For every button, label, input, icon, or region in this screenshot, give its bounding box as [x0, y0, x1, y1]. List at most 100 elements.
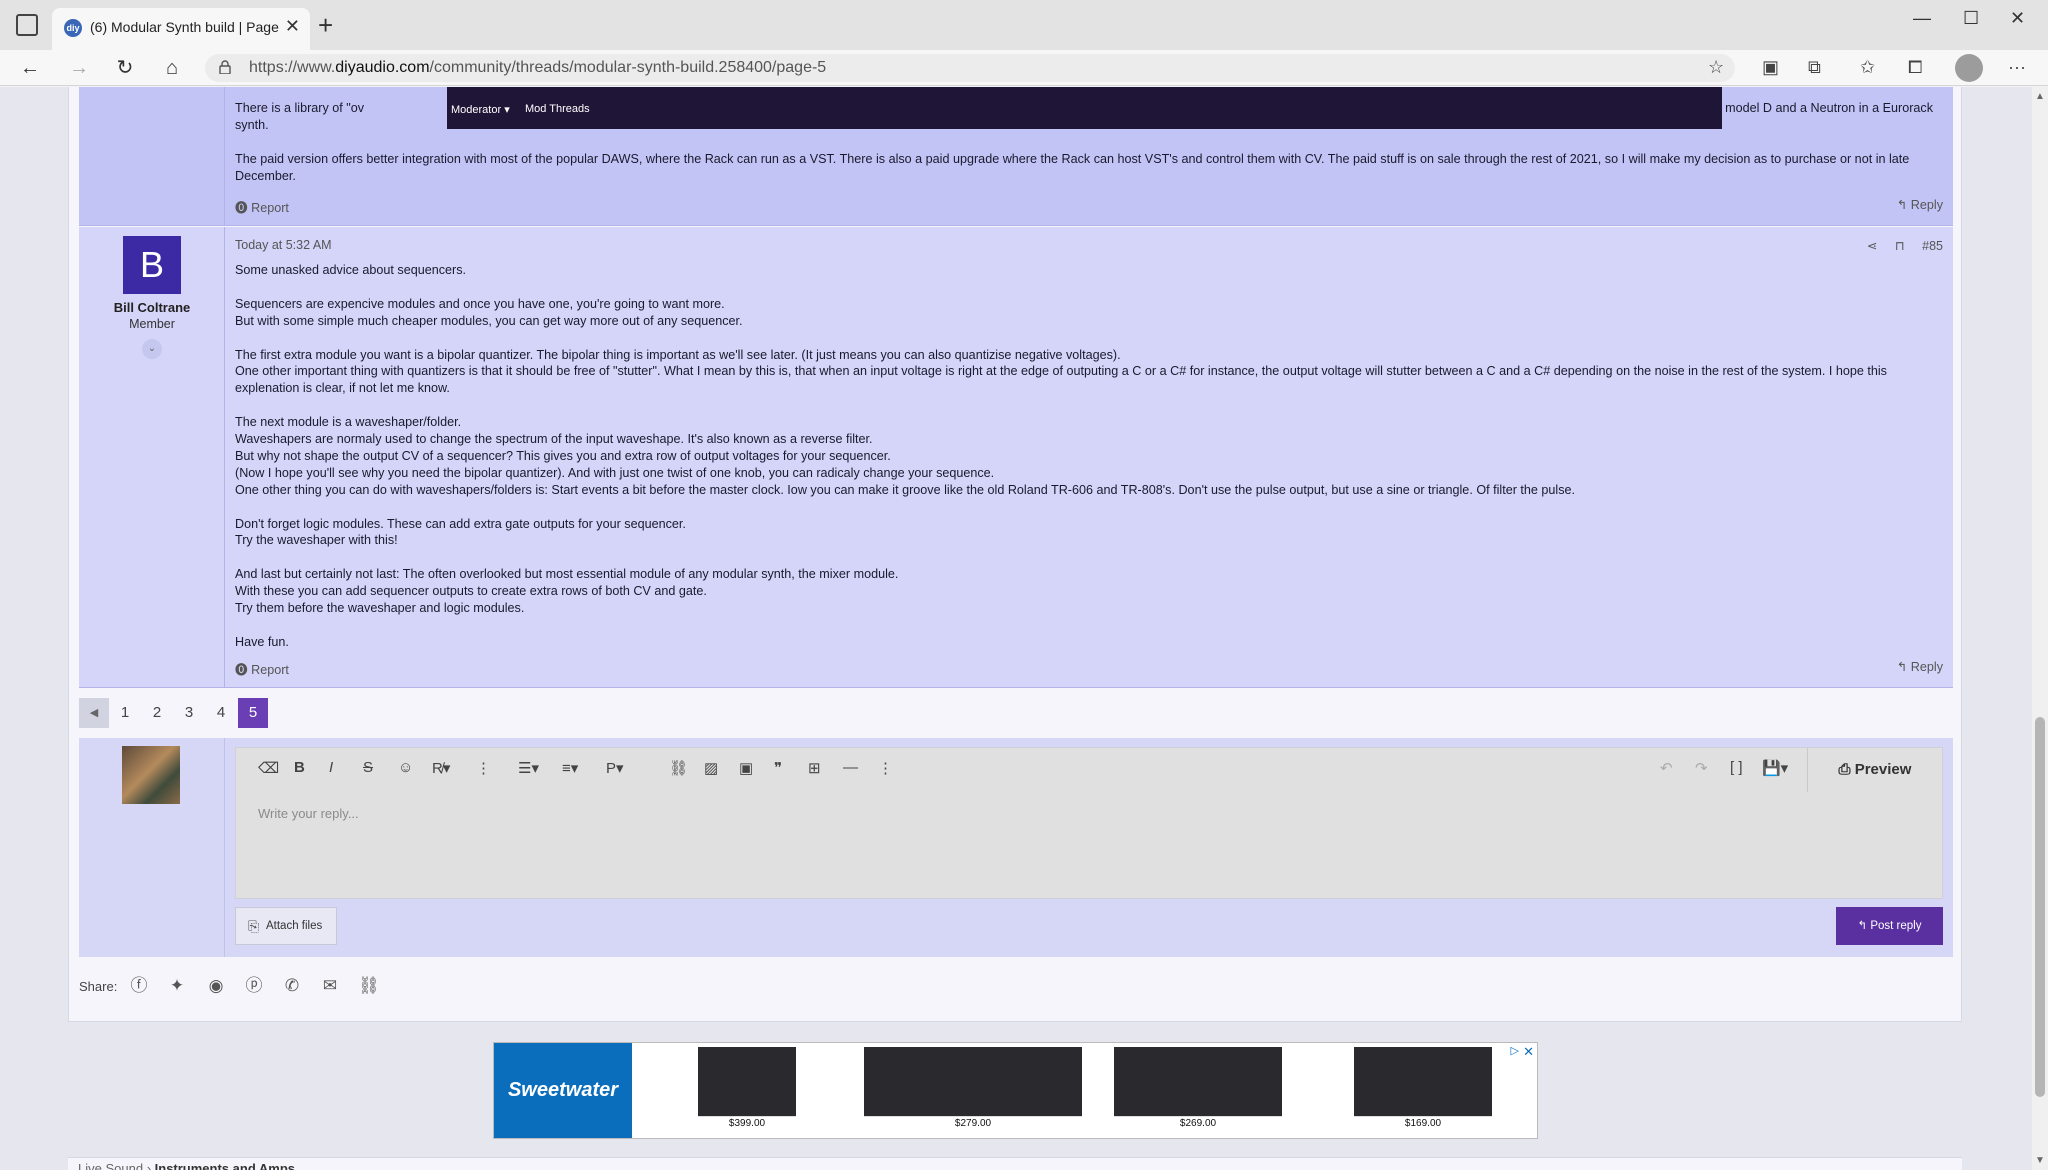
post-text-line: Waveshapers are normaly used to change t…: [235, 432, 873, 447]
ad-product[interactable]: $169.00: [1354, 1047, 1492, 1131]
scroll-down-icon[interactable]: ▼: [2035, 1155, 2045, 1166]
page-link[interactable]: 2: [142, 698, 172, 728]
page-link-current[interactable]: 5: [238, 698, 268, 728]
text-style-icon[interactable]: R̸▾: [432, 759, 450, 777]
post-text-paragraph: Don't forget logic modules. These can ad…: [235, 516, 1943, 550]
tab-close-icon[interactable]: ✕: [285, 16, 300, 37]
image-icon[interactable]: ▨: [704, 759, 718, 777]
url-text[interactable]: https://www.diyaudio.com/community/threa…: [249, 59, 826, 77]
reply-link[interactable]: ↰ Reply: [1897, 197, 1943, 212]
preview-icon: ⎙: [1838, 761, 1855, 778]
tab-actions-icon[interactable]: [16, 14, 38, 36]
scroll-thumb[interactable]: [2035, 717, 2045, 1097]
bookmark-icon[interactable]: ⊓: [1895, 239, 1905, 253]
reddit-icon[interactable]: ◉: [206, 976, 226, 996]
profile-avatar[interactable]: [1955, 54, 1983, 82]
more-options-icon[interactable]: ⋮: [878, 759, 893, 777]
prev-page-icon[interactable]: ◀: [79, 698, 109, 728]
email-icon[interactable]: ✉: [320, 976, 340, 996]
post-text-line: But why not shape the output CV of a seq…: [235, 448, 891, 463]
ad-price: $399.00: [698, 1116, 796, 1131]
list-icon[interactable]: ☰▾: [518, 759, 539, 777]
reply-user-column: [79, 738, 225, 957]
breadcrumb-item[interactable]: Live Sound: [78, 1161, 143, 1170]
report-link[interactable]: ⓿ Report: [235, 659, 289, 678]
quote-icon[interactable]: ❞: [774, 759, 782, 777]
report-link[interactable]: ⓿ Report: [235, 197, 289, 216]
new-tab-icon[interactable]: +: [318, 10, 333, 40]
horizontal-line-icon[interactable]: —: [843, 759, 858, 776]
breadcrumb-item[interactable]: Instruments and Amps: [155, 1161, 295, 1170]
home-icon[interactable]: ⌂: [158, 54, 186, 82]
lock-icon[interactable]: [219, 60, 231, 74]
mod-threads-link[interactable]: Mod Threads: [525, 103, 590, 115]
page-link[interactable]: 1: [110, 698, 140, 728]
paragraph-icon[interactable]: P▾: [606, 759, 624, 777]
post-number[interactable]: #85: [1922, 239, 1943, 253]
ad-close-icon[interactable]: ✕: [1523, 1044, 1534, 1060]
chevron-down-icon[interactable]: ⌄: [142, 339, 162, 359]
ad-product[interactable]: $269.00: [1114, 1047, 1282, 1131]
post-text-line: The first extra module you want is a bip…: [235, 347, 1121, 362]
scroll-up-icon[interactable]: ▲: [2035, 91, 2045, 102]
post-message: Some unasked advice about sequencers. Seq…: [235, 262, 1943, 668]
undo-icon[interactable]: ↶: [1660, 759, 1673, 777]
reply-link[interactable]: ↰ Reply: [1897, 659, 1943, 674]
share-icon[interactable]: ⋖: [1867, 239, 1877, 253]
facebook-icon[interactable]: ⓕ: [129, 976, 149, 996]
moderator-menu[interactable]: Moderator ▾: [451, 103, 510, 116]
browser-tab[interactable]: diy (6) Modular Synth build | Page 5 ✕: [52, 8, 310, 50]
italic-icon[interactable]: I: [329, 759, 333, 776]
page-link[interactable]: 4: [206, 698, 236, 728]
ad-choices-icon[interactable]: ▷: [1511, 1044, 1519, 1057]
refresh-icon[interactable]: ↻: [111, 54, 139, 82]
post-text-line: One other thing you can do with waveshap…: [235, 482, 1576, 497]
twitter-icon[interactable]: ✦: [167, 976, 187, 996]
back-icon[interactable]: ←: [16, 54, 44, 82]
whatsapp-icon[interactable]: ✆: [282, 976, 302, 996]
post-text-line: One other important thing with quantizer…: [235, 364, 1887, 396]
bold-icon[interactable]: B: [294, 759, 305, 776]
user-name[interactable]: Bill Coltrane: [79, 300, 225, 315]
post-date[interactable]: Today at 5:32 AM: [235, 238, 332, 252]
pinterest-icon[interactable]: ⓟ: [244, 976, 264, 996]
attach-files-button[interactable]: ⎘ Attach files: [235, 907, 337, 945]
drafts-icon[interactable]: 💾▾: [1762, 759, 1788, 777]
advertisement[interactable]: Sweetwater $399.00 $279.00 $269.00 $169.…: [493, 1042, 1538, 1139]
strikethrough-icon[interactable]: S: [363, 759, 373, 776]
post-text-paragraph: Some unasked advice about sequencers.: [235, 262, 1943, 279]
toggle-bbcode-icon[interactable]: [ ]: [1730, 759, 1743, 776]
ad-product[interactable]: $279.00: [864, 1047, 1082, 1131]
post-reply-button[interactable]: ↰ Post reply: [1836, 907, 1943, 945]
add-favorite-icon[interactable]: ☆: [1708, 57, 1724, 78]
page-viewport: There is a library of "ov ringer model D…: [0, 87, 2048, 1170]
link-icon[interactable]: ⛓: [358, 976, 380, 996]
address-bar[interactable]: https://www.diyaudio.com/community/threa…: [205, 54, 1735, 82]
browser-tab-bar: diy (6) Modular Synth build | Page 5 ✕ +…: [0, 0, 2048, 50]
preview-button[interactable]: ⎙ Preview: [1807, 748, 1942, 792]
clear-formatting-icon[interactable]: ⌫: [258, 759, 279, 777]
page-link[interactable]: 3: [174, 698, 204, 728]
link-icon[interactable]: ⛓: [669, 759, 688, 777]
redo-icon[interactable]: ↷: [1695, 759, 1708, 777]
reply-textarea[interactable]: Write your reply...: [258, 806, 359, 821]
extensions-puzzle-icon[interactable]: ⧉: [1808, 57, 1821, 78]
more-menu-icon[interactable]: ···: [2008, 57, 2026, 78]
media-icon[interactable]: ▣: [739, 759, 753, 777]
more-options-icon[interactable]: ⋮: [476, 759, 491, 777]
collections-icon[interactable]: ⧠: [1908, 57, 1922, 78]
align-icon[interactable]: ≡▾: [562, 759, 578, 777]
forward-icon[interactable]: →: [65, 54, 93, 82]
avatar[interactable]: B: [123, 236, 181, 294]
reply-editor: ⌫ B I S ☺ R̸▾ ⋮ ☰▾ ≡▾ P▾ ⛓ ▨ ▣ ❞ ⊞ — ⋮ ↶…: [235, 747, 1943, 899]
extension-icon[interactable]: ▣: [1762, 57, 1779, 78]
ad-product[interactable]: $399.00: [698, 1047, 796, 1131]
window-close-icon[interactable]: ✕: [2010, 8, 2025, 29]
scrollbar[interactable]: ▲ ▼: [2032, 87, 2048, 1170]
maximize-icon[interactable]: ☐: [1963, 8, 1979, 29]
favorites-icon[interactable]: ✩: [1860, 57, 1875, 78]
emoji-icon[interactable]: ☺: [398, 759, 413, 776]
ad-brand-logo[interactable]: Sweetwater: [494, 1043, 632, 1138]
minimize-icon[interactable]: —: [1913, 8, 1931, 29]
table-icon[interactable]: ⊞: [808, 759, 821, 777]
